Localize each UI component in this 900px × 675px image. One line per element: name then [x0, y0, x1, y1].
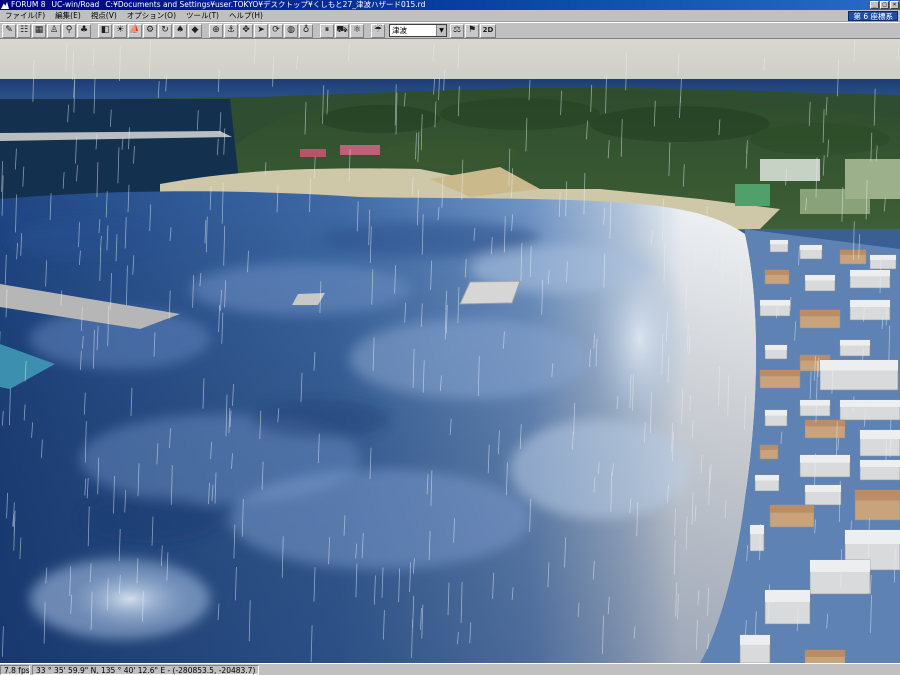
grid-icon[interactable]: ▦	[32, 23, 46, 38]
sports-field	[735, 184, 770, 206]
position-readout: 33 ° 35' 59.9" N, 135 ° 40' 12.6" E - (-…	[32, 664, 260, 675]
house-roof	[770, 505, 814, 513]
pause-icon[interactable]: ⏸	[320, 23, 334, 38]
cross-move-icon[interactable]: ✥	[239, 23, 253, 38]
car-icon[interactable]: ◆	[188, 23, 202, 38]
toolbar-icons: ✎ ☷ ▦ ♙ ⚲ ♣ ◧ ☀ ⛵ ⚙ ↻ ♠ ◆ ⊕ ⚓ ✥ ➤ ⟳ ◍ ♁ ⏸ ⛟ ⚛	[2, 23, 365, 38]
person-icon[interactable]: ♙	[47, 23, 61, 38]
flag-icon[interactable]: ⚑	[465, 23, 479, 38]
house-roof	[765, 270, 789, 275]
school-building	[760, 159, 820, 181]
chart-icon[interactable]: ⚛	[350, 23, 364, 38]
house-roof	[750, 525, 764, 535]
town-block	[845, 159, 900, 199]
globe-icon[interactable]: ◍	[284, 23, 298, 38]
camera-icon[interactable]: ◧	[98, 23, 112, 38]
sun-icon[interactable]: ☀	[113, 23, 127, 38]
forum8-logo-icon	[1, 1, 9, 9]
menu-view[interactable]: 視点(V)	[86, 10, 122, 22]
weather-icon[interactable]: ☔	[371, 23, 385, 38]
house-roof	[805, 275, 835, 281]
house-roof	[755, 475, 779, 481]
window-controls: _ □ ×	[870, 1, 899, 9]
house-roof	[765, 410, 787, 416]
car-view-icon[interactable]: ⛟	[335, 23, 349, 38]
rotate-icon[interactable]: ⟳	[269, 23, 283, 38]
house-roof	[800, 400, 830, 406]
house-roof	[845, 530, 900, 544]
scale-icon[interactable]: ⚖	[450, 23, 464, 38]
close-button[interactable]: ×	[890, 1, 899, 9]
anchor-icon[interactable]: ⚓	[224, 23, 238, 38]
house-roof	[800, 455, 850, 463]
menu-bar: ファイル(F) 編集(E) 視点(V) オプション(O) ツール(T) ヘルプ(…	[0, 10, 900, 22]
house-roof	[870, 255, 896, 260]
fps-indicator: 7.8 fps	[0, 664, 30, 675]
menu-edit[interactable]: 編集(E)	[50, 10, 86, 22]
house-roof	[820, 360, 898, 371]
toolbar: ✎ ☷ ▦ ♙ ⚲ ♣ ◧ ☀ ⛵ ⚙ ↻ ♠ ◆ ⊕ ⚓ ✥ ➤ ⟳ ◍ ♁ ⏸ ⛟ ⚛ ☔ 津波 ▼ ⚖ ⚑ 2D	[0, 22, 900, 39]
coord-system-badge: 第 6 座標系	[848, 11, 898, 21]
title-bar: FORUM 8 UC-win/Road C:¥Documents and Set…	[0, 0, 900, 10]
house-roof	[860, 460, 900, 467]
menu-options[interactable]: オプション(O)	[122, 10, 181, 22]
house-roof	[860, 430, 900, 440]
boat-icon[interactable]: ⛵	[128, 23, 142, 38]
house-roof	[840, 250, 866, 255]
house-roof	[850, 300, 890, 307]
road-icon[interactable]: ☷	[17, 23, 31, 38]
menu-file[interactable]: ファイル(F)	[0, 10, 50, 22]
house-roof	[765, 590, 810, 602]
cycle-icon[interactable]: ↻	[158, 23, 172, 38]
target-icon[interactable]: ⊕	[209, 23, 223, 38]
house-roof	[760, 370, 800, 377]
menu-tools[interactable]: ツール(T)	[181, 10, 224, 22]
town-building	[300, 149, 326, 157]
house-roof	[850, 270, 890, 277]
town-building	[340, 145, 380, 155]
house-roof	[765, 345, 787, 350]
weather-select[interactable]: 津波 ▼	[389, 24, 447, 37]
floating-roof	[459, 280, 521, 305]
house-roof	[840, 340, 870, 346]
view-mode-label: 2D	[482, 26, 494, 34]
house-roof	[740, 635, 770, 645]
house-roof	[840, 400, 900, 407]
house-roof	[805, 650, 845, 657]
chevron-down-icon[interactable]: ▼	[436, 25, 446, 36]
foam-highlight	[590, 239, 690, 439]
menu-help[interactable]: ヘルプ(H)	[224, 10, 268, 22]
foam-highlight	[70, 569, 190, 629]
walker-icon[interactable]: ⚲	[62, 23, 76, 38]
pin-icon[interactable]: ♁	[299, 23, 313, 38]
product-name: UC-win/Road	[51, 0, 100, 9]
house-roof	[760, 300, 790, 306]
shrub-icon[interactable]: ♠	[173, 23, 187, 38]
house-roof	[810, 560, 870, 572]
house-roof	[855, 490, 900, 501]
3d-viewport[interactable]	[0, 39, 900, 663]
file-path: C:¥Documents and Settings¥user.TOKYO¥デスク…	[105, 0, 426, 9]
weather-select-value: 津波	[392, 26, 407, 35]
tree-icon[interactable]: ♣	[77, 23, 91, 38]
house-roof	[800, 310, 840, 317]
app-name: FORUM 8	[11, 0, 46, 9]
pencil-icon[interactable]: ✎	[2, 23, 16, 38]
house-roof	[800, 245, 822, 250]
gear-icon[interactable]: ⚙	[143, 23, 157, 38]
house-roof	[760, 445, 778, 450]
view-mode-button[interactable]: 2D	[480, 23, 496, 38]
arrow-icon[interactable]: ➤	[254, 23, 268, 38]
house-roof	[805, 485, 841, 492]
house-roof	[805, 420, 845, 427]
minimize-button[interactable]: _	[870, 1, 879, 9]
house-roof	[770, 240, 788, 245]
maximize-button[interactable]: □	[880, 1, 889, 9]
status-bar: 7.8 fps 33 ° 35' 59.9" N, 135 ° 40' 12.6…	[0, 663, 900, 675]
